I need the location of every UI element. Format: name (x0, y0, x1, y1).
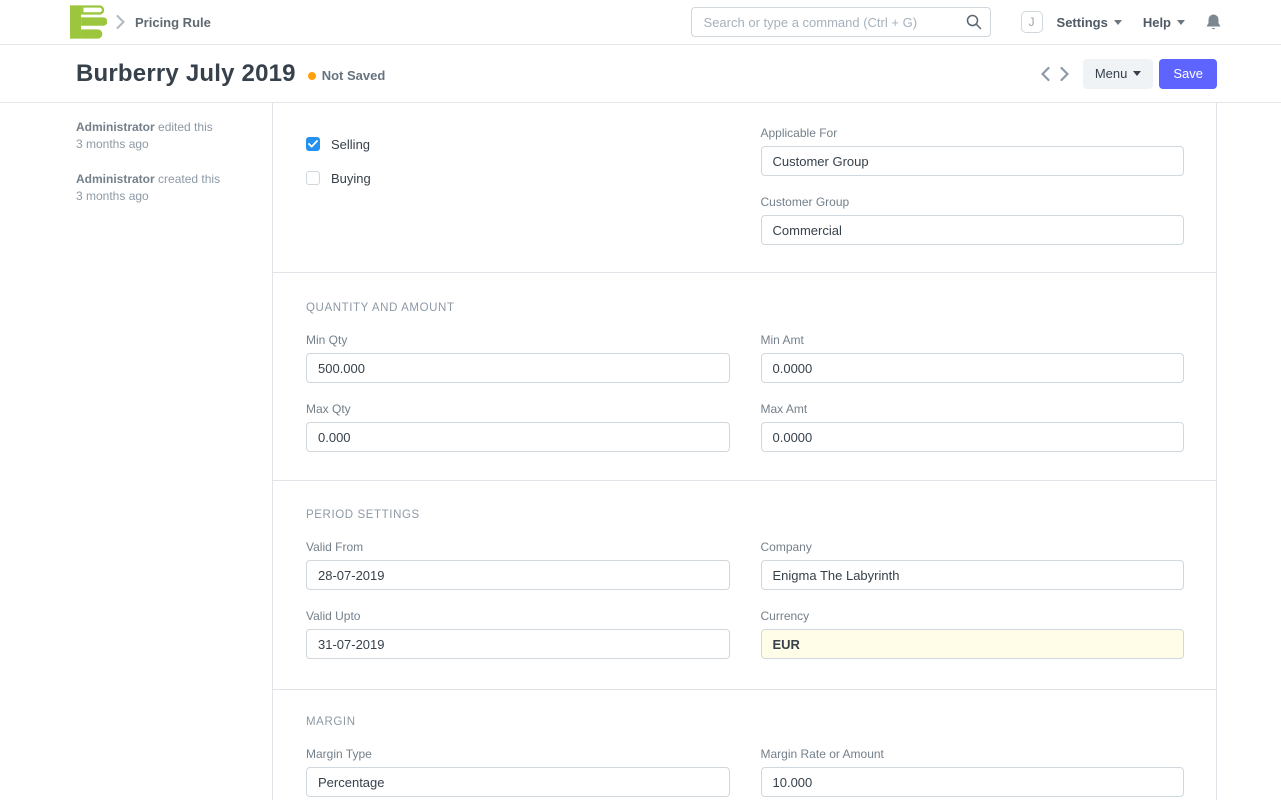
margin-rate-label: Margin Rate or Amount (761, 747, 1185, 761)
navbar: Pricing Rule J Settings Help (0, 0, 1281, 45)
prev-record-icon[interactable] (1039, 65, 1052, 83)
valid-from-input[interactable] (306, 560, 730, 590)
menu-button[interactable]: Menu (1083, 59, 1154, 89)
min-amt-input[interactable] (761, 353, 1185, 383)
settings-label: Settings (1057, 15, 1108, 30)
form-area: Selling Buying Applicable For (272, 103, 1217, 800)
created-entry: Administrator created this 3 months ago (76, 171, 256, 205)
margin-rate-input[interactable] (761, 767, 1185, 797)
currency-field: Currency (761, 609, 1185, 659)
settings-menu[interactable]: Settings (1057, 15, 1122, 30)
section-margin: MARGIN Margin Type Margin Rate or Amount (273, 690, 1216, 800)
max-qty-label: Max Qty (306, 402, 730, 416)
selling-label: Selling (331, 137, 370, 152)
checkbox-icon[interactable] (306, 137, 320, 151)
edited-entry: Administrator edited this 3 months ago (76, 119, 256, 153)
help-menu[interactable]: Help (1143, 15, 1185, 30)
section-title: MARGIN (306, 716, 1184, 728)
applicable-for-field: Applicable For (761, 126, 1185, 176)
header-actions: Menu Save (1039, 59, 1217, 89)
max-amt-input[interactable] (761, 422, 1185, 452)
erpnext-logo-icon (70, 5, 107, 39)
created-when: 3 months ago (76, 189, 149, 203)
customer-group-label: Customer Group (761, 195, 1185, 209)
status-badge: Not Saved (322, 68, 386, 83)
save-button[interactable]: Save (1159, 59, 1217, 89)
notifications-bell-icon[interactable] (1205, 13, 1222, 31)
margin-type-input[interactable] (306, 767, 730, 797)
breadcrumb-chevron-icon (116, 15, 125, 29)
margin-type-label: Margin Type (306, 747, 730, 761)
form-sidebar: Administrator edited this 3 months ago A… (76, 119, 256, 223)
app-logo[interactable] (70, 4, 107, 40)
breadcrumb[interactable]: Pricing Rule (135, 15, 211, 30)
customer-group-input[interactable] (761, 215, 1185, 245)
status-dot-icon (308, 72, 316, 80)
page-title: Burberry July 2019 (76, 60, 296, 88)
buying-label: Buying (331, 171, 371, 186)
edited-action: edited this (158, 120, 213, 134)
valid-upto-input[interactable] (306, 629, 730, 659)
user-avatar[interactable]: J (1021, 11, 1043, 33)
section-period-settings: PERIOD SETTINGS Valid From Valid Upto Co… (273, 481, 1216, 690)
min-amt-field: Min Amt (761, 333, 1185, 383)
edited-when: 3 months ago (76, 137, 149, 151)
created-action: created this (158, 172, 220, 186)
min-qty-field: Min Qty (306, 333, 730, 383)
chevron-down-icon (1114, 20, 1122, 25)
global-search (691, 7, 991, 37)
status-indicator: Not Saved (308, 68, 386, 83)
customer-group-field: Customer Group (761, 195, 1185, 245)
help-label: Help (1143, 15, 1171, 30)
buying-checkbox[interactable]: Buying (306, 171, 730, 185)
max-qty-input[interactable] (306, 422, 730, 452)
created-user: Administrator (76, 172, 155, 186)
section-quantity-and-amount: QUANTITY AND AMOUNT Min Qty Max Qty Min … (273, 273, 1216, 481)
max-qty-field: Max Qty (306, 402, 730, 452)
section-title: QUANTITY AND AMOUNT (306, 302, 1184, 314)
chevron-down-icon (1133, 71, 1141, 76)
valid-upto-label: Valid Upto (306, 609, 730, 623)
valid-from-label: Valid From (306, 540, 730, 554)
valid-upto-field: Valid Upto (306, 609, 730, 659)
edited-user: Administrator (76, 120, 155, 134)
section-main: Selling Buying Applicable For (273, 103, 1216, 273)
selling-checkbox[interactable]: Selling (306, 137, 730, 151)
margin-rate-field: Margin Rate or Amount (761, 747, 1185, 797)
max-amt-field: Max Amt (761, 402, 1185, 452)
checkbox-column: Selling Buying (306, 126, 730, 264)
min-qty-input[interactable] (306, 353, 730, 383)
applicable-for-input[interactable] (761, 146, 1185, 176)
page-body: Administrator edited this 3 months ago A… (0, 103, 1281, 800)
company-label: Company (761, 540, 1185, 554)
company-field: Company (761, 540, 1185, 590)
currency-input[interactable] (761, 629, 1185, 659)
chevron-down-icon (1177, 20, 1185, 25)
company-input[interactable] (761, 560, 1185, 590)
margin-type-field: Margin Type (306, 747, 730, 797)
next-record-icon[interactable] (1058, 65, 1071, 83)
min-amt-label: Min Amt (761, 333, 1185, 347)
search-icon[interactable] (966, 14, 982, 35)
valid-from-field: Valid From (306, 540, 730, 590)
title-area: Burberry July 2019 Not Saved (76, 60, 385, 88)
page-header: Burberry July 2019 Not Saved Menu Save (0, 45, 1281, 103)
currency-label: Currency (761, 609, 1185, 623)
max-amt-label: Max Amt (761, 402, 1185, 416)
menu-label: Menu (1095, 66, 1128, 81)
section-title: PERIOD SETTINGS (306, 509, 1184, 521)
checkbox-icon[interactable] (306, 171, 320, 185)
record-pager (1039, 65, 1071, 83)
min-qty-label: Min Qty (306, 333, 730, 347)
search-input[interactable] (691, 7, 991, 37)
applicable-for-label: Applicable For (761, 126, 1185, 140)
